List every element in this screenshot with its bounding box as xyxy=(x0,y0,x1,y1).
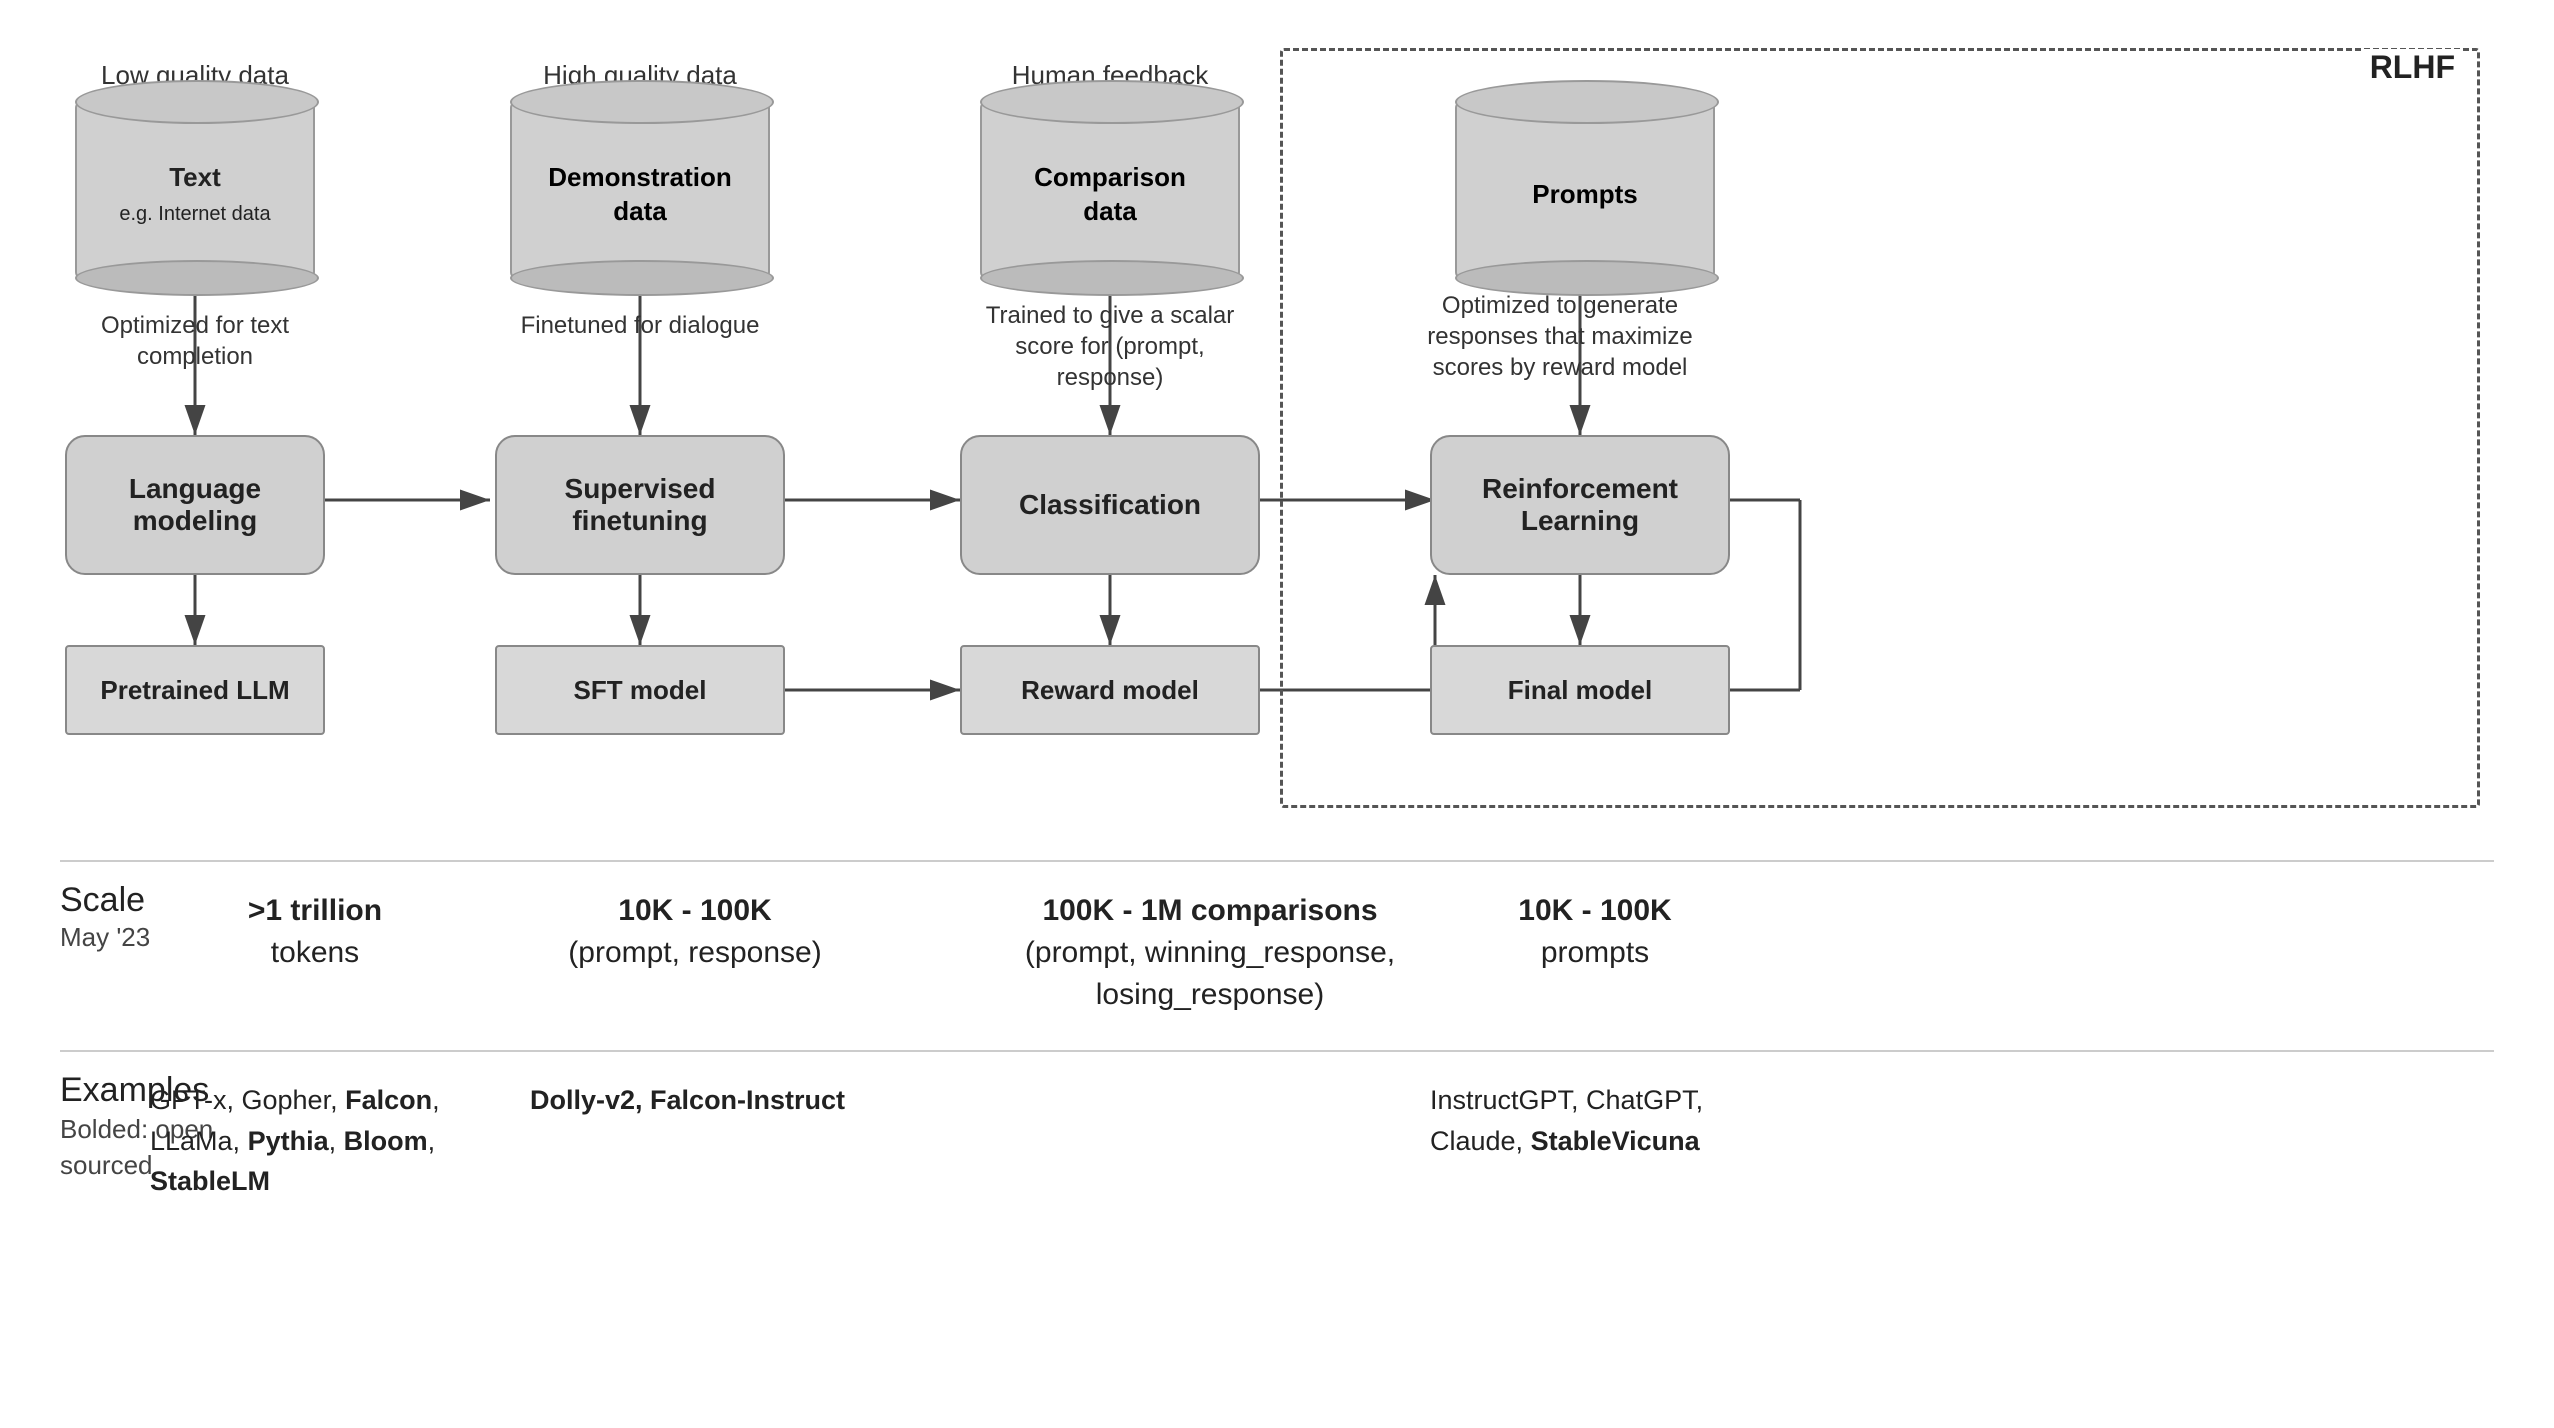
col4-output-box: Final model xyxy=(1430,645,1730,735)
scale-title: Scale xyxy=(60,880,150,921)
col1-process-box: Language modeling xyxy=(65,435,325,575)
col3-process-box: Classification xyxy=(960,435,1260,575)
divider-2 xyxy=(60,1050,2494,1052)
col1-database: Texte.g. Internet data xyxy=(75,100,315,280)
scale-subtitle: May '23 xyxy=(60,921,150,955)
col2-arrow-label: Finetuned for dialogue xyxy=(510,310,770,341)
col4-arrow-label: Optimized to generate responses that max… xyxy=(1390,290,1730,384)
col1-arrow-label: Optimized for text completion xyxy=(80,310,310,372)
col3-db-label: Comparisondata xyxy=(1034,161,1186,229)
scale-val-2: 10K - 100K(prompt, response) xyxy=(530,890,860,974)
divider-1 xyxy=(60,860,2494,862)
col4-process-box: Reinforcement Learning xyxy=(1430,435,1730,575)
col4-db-label: Prompts xyxy=(1532,178,1637,212)
col3-arrow-label: Trained to give a scalar score for (prom… xyxy=(960,300,1260,394)
scale-val-1: >1 trilliontokens xyxy=(150,890,480,974)
scale-title-block: Scale May '23 xyxy=(60,880,150,955)
col2-output-box: SFT model xyxy=(495,645,785,735)
example-1: GPT-x, Gopher, Falcon, LLaMa, Pythia, Bl… xyxy=(150,1080,530,1202)
rlhf-label: RLHF xyxy=(2362,49,2463,86)
col2-process-box: Supervised finetuning xyxy=(495,435,785,575)
scale-val-4: 10K - 100Kprompts xyxy=(1430,890,1760,974)
col1-db-body: Texte.g. Internet data xyxy=(75,100,315,280)
col1-output-box: Pretrained LLM xyxy=(65,645,325,735)
example-2: Dolly-v2, Falcon-Instruct xyxy=(530,1080,890,1121)
col2-db-label: Demonstrationdata xyxy=(548,161,731,229)
scale-val-3: 100K - 1M comparisons(prompt, winning_re… xyxy=(920,890,1500,1016)
col3-output-box: Reward model xyxy=(960,645,1260,735)
example-4: InstructGPT, ChatGPT, Claude, StableVicu… xyxy=(1430,1080,1810,1161)
